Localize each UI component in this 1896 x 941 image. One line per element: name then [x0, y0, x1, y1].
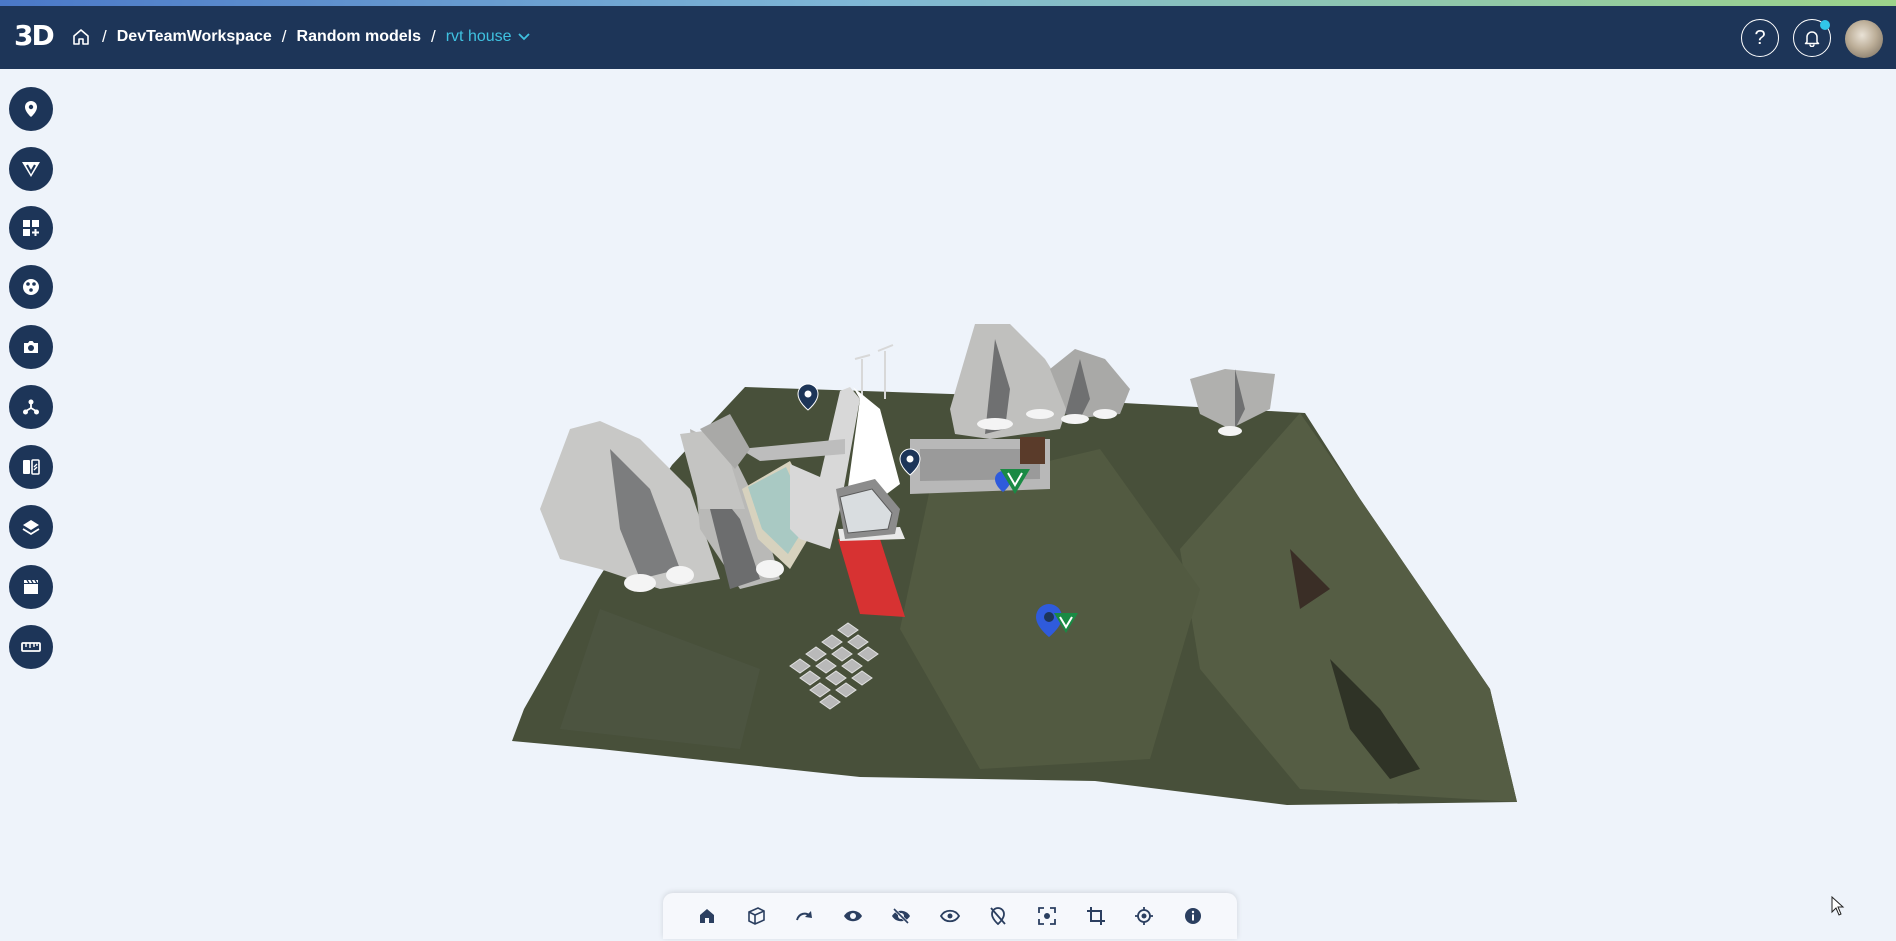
breadcrumb-current-model[interactable]: rvt house: [446, 28, 530, 46]
camera-icon: [24, 341, 38, 353]
help-button[interactable]: ?: [1741, 19, 1779, 57]
v-shield-icon: [22, 162, 40, 177]
breadcrumb: / DevTeamWorkspace / Random models / rvt…: [70, 24, 530, 50]
notifications-button[interactable]: [1793, 19, 1831, 57]
sidebar-item-animation[interactable]: [9, 565, 53, 609]
breadcrumb-separator: /: [281, 27, 287, 46]
sidebar-item-viewpoint[interactable]: [9, 147, 53, 191]
sidebar-item-add-widget[interactable]: [9, 206, 53, 250]
toolbar-info[interactable]: [1179, 902, 1207, 930]
pin-off-icon: [990, 907, 1007, 926]
sidebar-item-compare[interactable]: [9, 445, 53, 489]
breadcrumb-item-workspace[interactable]: DevTeamWorkspace: [117, 28, 272, 46]
toolbar-hide[interactable]: [887, 902, 915, 930]
3d-viewport[interactable]: [0, 69, 1896, 941]
sidebar-item-layers[interactable]: [9, 505, 53, 549]
toolbar-show[interactable]: [839, 902, 867, 930]
toolbar-crop[interactable]: [1082, 902, 1110, 930]
breadcrumb-separator: /: [430, 27, 436, 46]
palette-icon: [23, 279, 39, 295]
app-header: 3D / DevTeamWorkspace / Random models / …: [0, 6, 1896, 69]
home-icon[interactable]: [70, 26, 92, 48]
model-canvas[interactable]: [0, 69, 1896, 941]
toolbar-view-cube[interactable]: [742, 902, 770, 930]
layers-icon: [22, 520, 40, 536]
crosshair-icon: [1135, 907, 1154, 925]
map-pin-icon: [25, 101, 37, 117]
notification-badge: [1820, 20, 1830, 30]
eye-outline-icon: [939, 909, 960, 923]
breadcrumb-separator: /: [102, 27, 107, 46]
chevron-down-icon: [517, 33, 530, 41]
focus-frame-icon: [1038, 907, 1056, 925]
info-icon: [1184, 908, 1201, 924]
breadcrumb-item-folder[interactable]: Random models: [297, 28, 421, 46]
eye-icon: [843, 910, 862, 922]
bottom-toolbar: [663, 893, 1237, 939]
crop-icon: [1086, 907, 1105, 925]
sidebar-item-materials[interactable]: [9, 265, 53, 309]
help-icon: ?: [1754, 26, 1766, 49]
split-compare-icon: [23, 459, 40, 475]
sidebar-item-network[interactable]: [9, 385, 53, 429]
grid-plus-icon: [23, 220, 39, 236]
mouse-cursor: [1831, 896, 1845, 916]
current-model-label: rvt house: [445, 28, 512, 45]
ruler-icon: [21, 642, 41, 652]
app-logo[interactable]: 3D: [14, 19, 55, 53]
bell-icon: [1804, 31, 1820, 47]
eye-off-icon: [892, 907, 911, 925]
toolbar-locate[interactable]: [1130, 902, 1158, 930]
toolbar-isolate[interactable]: [936, 902, 964, 930]
clapperboard-icon: [24, 579, 38, 594]
sidebar-item-location[interactable]: [9, 87, 53, 131]
sidebar-item-measure[interactable]: [9, 625, 53, 669]
cube-icon: [747, 907, 765, 925]
home-icon: [700, 909, 715, 923]
sidebar-item-screenshot[interactable]: [9, 325, 53, 369]
redo-icon: [796, 911, 813, 921]
toolbar-redo[interactable]: [790, 902, 818, 930]
nodes-icon: [23, 399, 39, 415]
toolbar-focus[interactable]: [1033, 902, 1061, 930]
wind-turbines: [854, 344, 894, 399]
user-avatar[interactable]: [1845, 20, 1883, 58]
toolbar-home-view[interactable]: [693, 902, 721, 930]
toolbar-pin-off[interactable]: [984, 902, 1012, 930]
